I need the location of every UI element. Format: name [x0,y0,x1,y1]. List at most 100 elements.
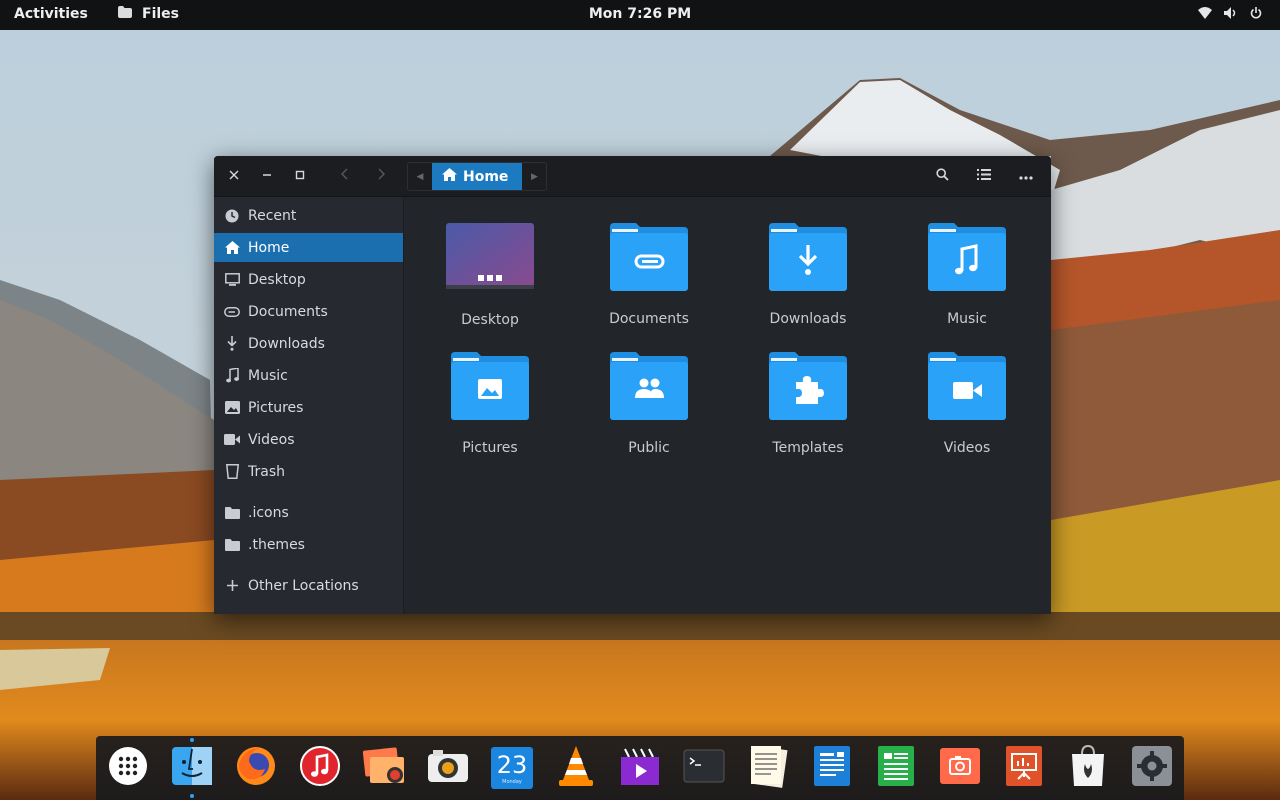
folder-label: Desktop [461,312,519,328]
sidebar-item-home[interactable]: Home [214,233,403,262]
sidebar-item-other-locations[interactable]: Other Locations [214,571,403,600]
system-tray[interactable] [1198,7,1262,23]
folder-item-templates[interactable]: Templates [738,352,878,472]
dock-camera[interactable] [426,746,470,790]
sidebar-item-label: Trash [248,463,285,480]
clock-icon [224,208,240,224]
sidebar-bookmark-icons[interactable]: .icons [214,498,403,527]
close-button[interactable] [221,163,247,189]
dock-writer[interactable] [810,746,854,790]
monitor-icon [224,272,240,288]
dock-show-apps[interactable] [106,746,150,790]
picture-icon [224,400,240,416]
sidebar-item-desktop[interactable]: Desktop [214,265,403,294]
path-bar: ◀ Home ▶ [407,162,548,191]
dock-calendar[interactable]: 23 Monday [490,746,534,790]
download-icon [224,336,240,352]
sidebar-item-videos[interactable]: Videos [214,425,403,454]
downloads-folder-icon [767,223,849,295]
file-view: Desktop Documents Downloads Music Pictur… [404,197,1051,614]
back-button[interactable] [332,163,358,189]
sidebar-item-label: .themes [248,536,305,553]
folder-item-pictures[interactable]: Pictures [420,352,560,472]
calendar-day: 23 [496,751,528,779]
video-icon [224,432,240,448]
image-viewer-icon [362,745,406,791]
sidebar-item-label: Recent [248,207,297,224]
path-scroll-left[interactable]: ◀ [408,163,432,190]
running-indicator [190,794,194,798]
top-panel: Activities Files Mon 7:26 PM [0,0,1280,30]
music-app-icon [299,745,341,791]
dock-screenshot[interactable] [938,746,982,790]
wifi-icon [1198,7,1212,23]
folder-label: Documents [609,311,689,327]
running-indicator [190,738,194,742]
calendar-icon: 23 Monday [491,747,533,789]
video-editor-icon [619,745,661,791]
folder-item-public[interactable]: Public [579,352,719,472]
clock[interactable]: Mon 7:26 PM [589,6,691,22]
dock-music[interactable] [298,746,342,790]
folder-icon [224,505,240,521]
sidebar-item-label: Other Locations [248,577,359,594]
public-folder-icon [608,352,690,424]
sidebar-item-music[interactable]: Music [214,361,403,390]
folder-label: Templates [772,440,844,456]
dock-text-editor[interactable] [746,746,790,790]
sidebar-item-recent[interactable]: Recent [214,201,403,230]
sidebar-item-trash[interactable]: Trash [214,457,403,486]
sidebar-item-downloads[interactable]: Downloads [214,329,403,358]
dock-calc[interactable] [874,746,918,790]
sidebar-item-label: .icons [248,504,289,521]
files-window: ◀ Home ▶ Recent Home Desktop Documents D… [214,156,1051,614]
dock-firefox[interactable] [234,746,278,790]
dock-video-editor[interactable] [618,746,662,790]
folder-label: Videos [943,440,991,456]
folder-item-music[interactable]: Music [897,223,1037,343]
sidebar-item-documents[interactable]: Documents [214,297,403,326]
folder-item-videos[interactable]: Videos [897,352,1037,472]
camera-icon [427,748,469,788]
search-button[interactable] [929,163,955,189]
maximize-button[interactable] [287,163,313,189]
sidebar-bookmark-themes[interactable]: .themes [214,530,403,559]
screenshot-icon [939,746,981,790]
folder-label: Music [947,311,987,327]
calc-icon [876,745,916,791]
path-home-button[interactable]: Home [432,163,523,190]
dock-vlc[interactable] [554,746,598,790]
home-icon [442,168,457,185]
menu-button[interactable] [1013,163,1039,189]
dock-finder[interactable] [170,738,214,798]
minimize-button[interactable] [254,163,280,189]
pictures-folder-icon [449,352,531,424]
sidebar-item-label: Videos [248,431,295,448]
activities-button[interactable]: Activities [14,6,88,22]
vlc-icon [555,744,597,792]
dock-impress[interactable] [1002,746,1046,790]
sidebar-item-label: Music [248,367,288,384]
apps-grid-icon [108,746,148,790]
chevron-right-icon [377,168,385,184]
minimize-icon [262,168,272,184]
folder-item-desktop[interactable]: Desktop [420,223,560,343]
folder-icon [224,537,240,553]
app-menu[interactable]: Files [118,6,179,22]
sidebar-item-pictures[interactable]: Pictures [214,393,403,422]
sidebar-item-label: Home [248,239,290,256]
dock-image-viewer[interactable] [362,746,406,790]
forward-button[interactable] [368,163,394,189]
writer-icon [812,745,852,791]
sidebar: Recent Home Desktop Documents Downloads … [214,197,404,614]
dock-software-store[interactable] [1066,744,1110,790]
folder-item-downloads[interactable]: Downloads [738,223,878,343]
volume-icon [1224,7,1238,23]
path-scroll-right[interactable]: ▶ [522,163,546,190]
dock-settings[interactable] [1130,746,1174,790]
folder-item-documents[interactable]: Documents [579,223,719,343]
view-list-button[interactable] [971,163,997,189]
text-editor-icon [747,744,789,792]
dock-terminal[interactable] [682,746,726,790]
header-bar: ◀ Home ▶ [214,156,1051,197]
